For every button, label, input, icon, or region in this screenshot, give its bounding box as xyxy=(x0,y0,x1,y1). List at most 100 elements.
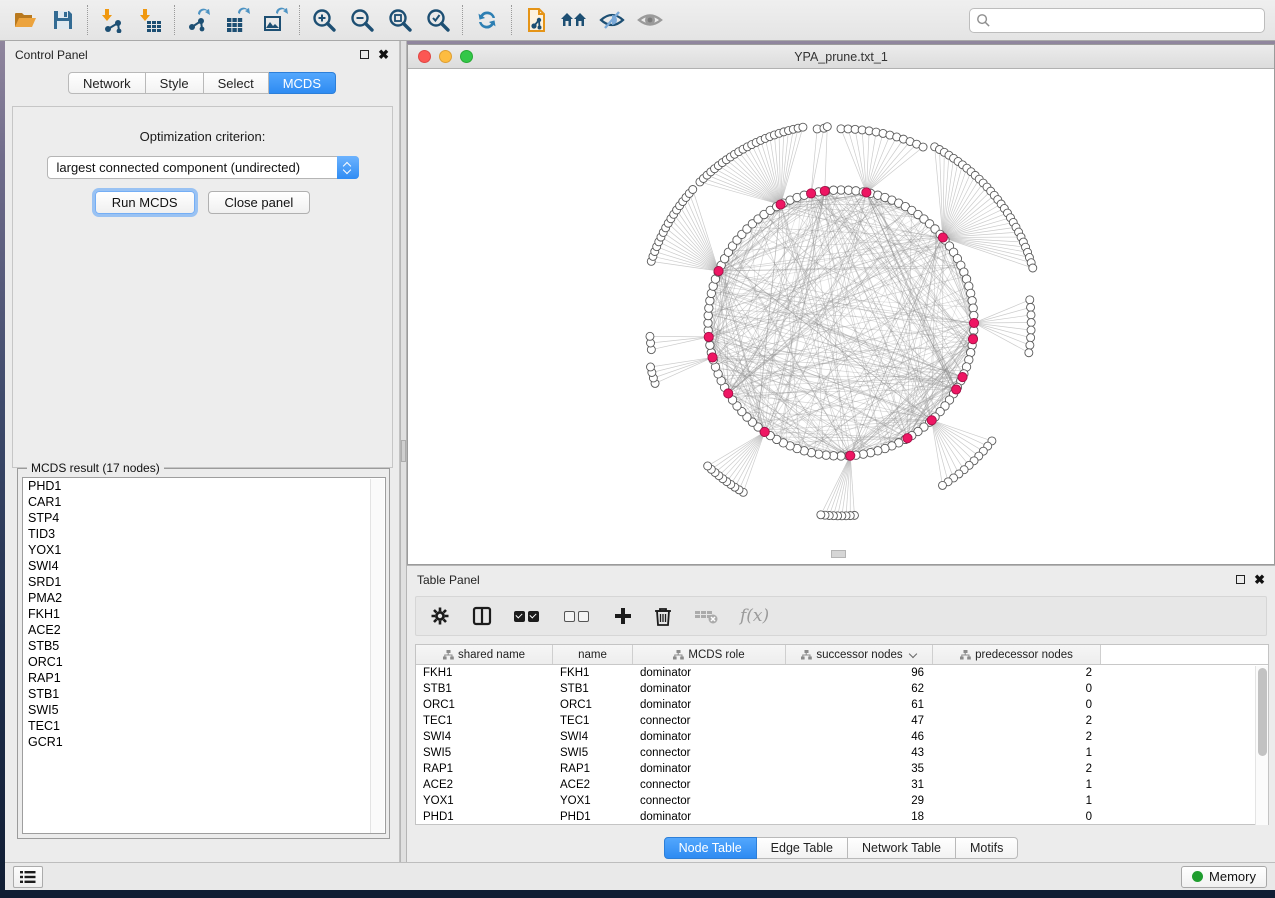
close-panel-button[interactable]: Close panel xyxy=(208,191,311,214)
zoom-fit-icon[interactable] xyxy=(385,5,415,35)
leaf-node[interactable] xyxy=(704,462,712,470)
zoom-selected-icon[interactable] xyxy=(423,5,453,35)
column-chooser-icon[interactable] xyxy=(472,606,492,626)
refresh-icon[interactable] xyxy=(472,5,502,35)
table-row[interactable]: ORC1ORC1dominator610 xyxy=(416,697,1268,713)
mcds-result-item[interactable]: ORC1 xyxy=(23,654,385,670)
select-all-columns-icon[interactable] xyxy=(514,611,542,622)
leaf-node[interactable] xyxy=(1029,264,1037,272)
dominator-node[interactable] xyxy=(958,372,967,381)
table-row[interactable]: ACE2ACE2connector311 xyxy=(416,777,1268,793)
import-table-icon[interactable] xyxy=(135,5,165,35)
dominator-node[interactable] xyxy=(952,385,961,394)
dominator-node[interactable] xyxy=(708,353,717,362)
table-row[interactable]: TEC1TEC1connector472 xyxy=(416,713,1268,729)
dominator-node[interactable] xyxy=(846,451,855,460)
leaf-node[interactable] xyxy=(646,332,654,340)
mcds-result-item[interactable]: STB1 xyxy=(23,686,385,702)
mcds-result-item[interactable]: ACE2 xyxy=(23,622,385,638)
mcds-result-item[interactable]: PHD1 xyxy=(23,478,385,494)
export-table-icon[interactable] xyxy=(222,5,252,35)
zoom-out-icon[interactable] xyxy=(347,5,377,35)
dominator-node[interactable] xyxy=(806,189,815,198)
column-header-successor-nodes[interactable]: successor nodes xyxy=(786,645,933,664)
close-panel-icon[interactable]: ✖ xyxy=(1254,575,1265,584)
horizontal-splitter-handle[interactable] xyxy=(831,550,846,558)
export-image-icon[interactable] xyxy=(260,5,290,35)
table-row[interactable]: YOX1YOX1connector291 xyxy=(416,793,1268,809)
tab-motifs[interactable]: Motifs xyxy=(956,837,1018,859)
tab-mcds[interactable]: MCDS xyxy=(269,72,336,94)
network-window-titlebar[interactable]: YPA_prune.txt_1 xyxy=(408,45,1274,69)
dominator-node[interactable] xyxy=(724,389,733,398)
tab-network[interactable]: Network xyxy=(68,72,146,94)
mcds-result-item[interactable]: RAP1 xyxy=(23,670,385,686)
dominator-node[interactable] xyxy=(927,416,936,425)
tab-node-table[interactable]: Node Table xyxy=(664,837,757,859)
leaf-node[interactable] xyxy=(938,481,946,489)
tab-style[interactable]: Style xyxy=(146,72,204,94)
dominator-node[interactable] xyxy=(969,318,978,327)
mcds-result-item[interactable]: YOX1 xyxy=(23,542,385,558)
column-header-name[interactable]: name xyxy=(553,645,633,664)
mcds-result-item[interactable]: STB5 xyxy=(23,638,385,654)
export-network-icon[interactable] xyxy=(184,5,214,35)
zoom-in-icon[interactable] xyxy=(309,5,339,35)
table-row[interactable]: SWI4SWI4dominator462 xyxy=(416,729,1268,745)
vertical-splitter[interactable] xyxy=(400,41,407,862)
mcds-result-item[interactable]: CAR1 xyxy=(23,494,385,510)
leaf-node[interactable] xyxy=(1027,319,1035,327)
mcds-result-item[interactable]: SWI5 xyxy=(23,702,385,718)
first-neighbors-icon[interactable] xyxy=(559,5,589,35)
float-panel-icon[interactable] xyxy=(1236,575,1245,584)
table-scrollbar[interactable] xyxy=(1255,666,1268,825)
column-header-MCDS-role[interactable]: MCDS role xyxy=(633,645,786,664)
leaf-node[interactable] xyxy=(1026,341,1034,349)
search-field[interactable] xyxy=(969,8,1265,33)
optimization-criterion-select[interactable]: largest connected component (undirected) xyxy=(47,156,359,179)
dominator-node[interactable] xyxy=(820,186,829,195)
mcds-result-item[interactable]: PMA2 xyxy=(23,590,385,606)
leaf-node[interactable] xyxy=(689,186,697,194)
tab-edge-table[interactable]: Edge Table xyxy=(757,837,848,859)
deselect-all-columns-icon[interactable] xyxy=(564,611,592,622)
dominator-node[interactable] xyxy=(760,427,769,436)
open-folder-icon[interactable] xyxy=(10,5,40,35)
network-graph-canvas[interactable] xyxy=(408,69,1274,564)
mcds-result-item[interactable]: TEC1 xyxy=(23,718,385,734)
table-row[interactable]: FKH1FKH1dominator962 xyxy=(416,665,1268,681)
leaf-node[interactable] xyxy=(1027,303,1035,311)
dominator-node[interactable] xyxy=(714,266,723,275)
dominator-node[interactable] xyxy=(968,335,977,344)
mcds-result-item[interactable]: SRD1 xyxy=(23,574,385,590)
table-row[interactable]: SWI5SWI5connector431 xyxy=(416,745,1268,761)
tab-select[interactable]: Select xyxy=(204,72,269,94)
dominator-node[interactable] xyxy=(862,188,871,197)
dominator-node[interactable] xyxy=(704,332,713,341)
settings-icon[interactable] xyxy=(430,606,450,626)
search-input[interactable] xyxy=(991,13,1258,27)
ring-node[interactable] xyxy=(829,186,837,194)
leaf-node[interactable] xyxy=(1027,326,1035,334)
dominator-node[interactable] xyxy=(776,200,785,209)
delete-column-icon[interactable] xyxy=(654,606,672,626)
table-row[interactable]: STB1STB1dominator620 xyxy=(416,681,1268,697)
memory-button[interactable]: Memory xyxy=(1181,866,1267,888)
mcds-result-item[interactable]: STP4 xyxy=(23,510,385,526)
table-row[interactable]: PHD1PHD1dominator180 xyxy=(416,809,1268,825)
tab-network-table[interactable]: Network Table xyxy=(848,837,956,859)
save-icon[interactable] xyxy=(48,5,78,35)
leaf-node[interactable] xyxy=(799,123,807,131)
table-scrollbar-thumb[interactable] xyxy=(1258,668,1267,756)
leaf-node[interactable] xyxy=(1026,296,1034,304)
dominator-node[interactable] xyxy=(938,233,947,242)
leaf-node[interactable] xyxy=(919,143,927,151)
column-header-shared-name[interactable]: shared name xyxy=(416,645,553,664)
dominator-node[interactable] xyxy=(903,434,912,443)
mcds-list-scrollbar[interactable] xyxy=(370,479,384,834)
mcds-result-list[interactable]: PHD1CAR1STP4TID3YOX1SWI4SRD1PMA2FKH1ACE2… xyxy=(22,477,386,834)
mcds-result-item[interactable]: GCR1 xyxy=(23,734,385,750)
column-header-predecessor-nodes[interactable]: predecessor nodes xyxy=(933,645,1101,664)
run-mcds-button[interactable]: Run MCDS xyxy=(95,191,195,214)
mcds-result-item[interactable]: FKH1 xyxy=(23,606,385,622)
